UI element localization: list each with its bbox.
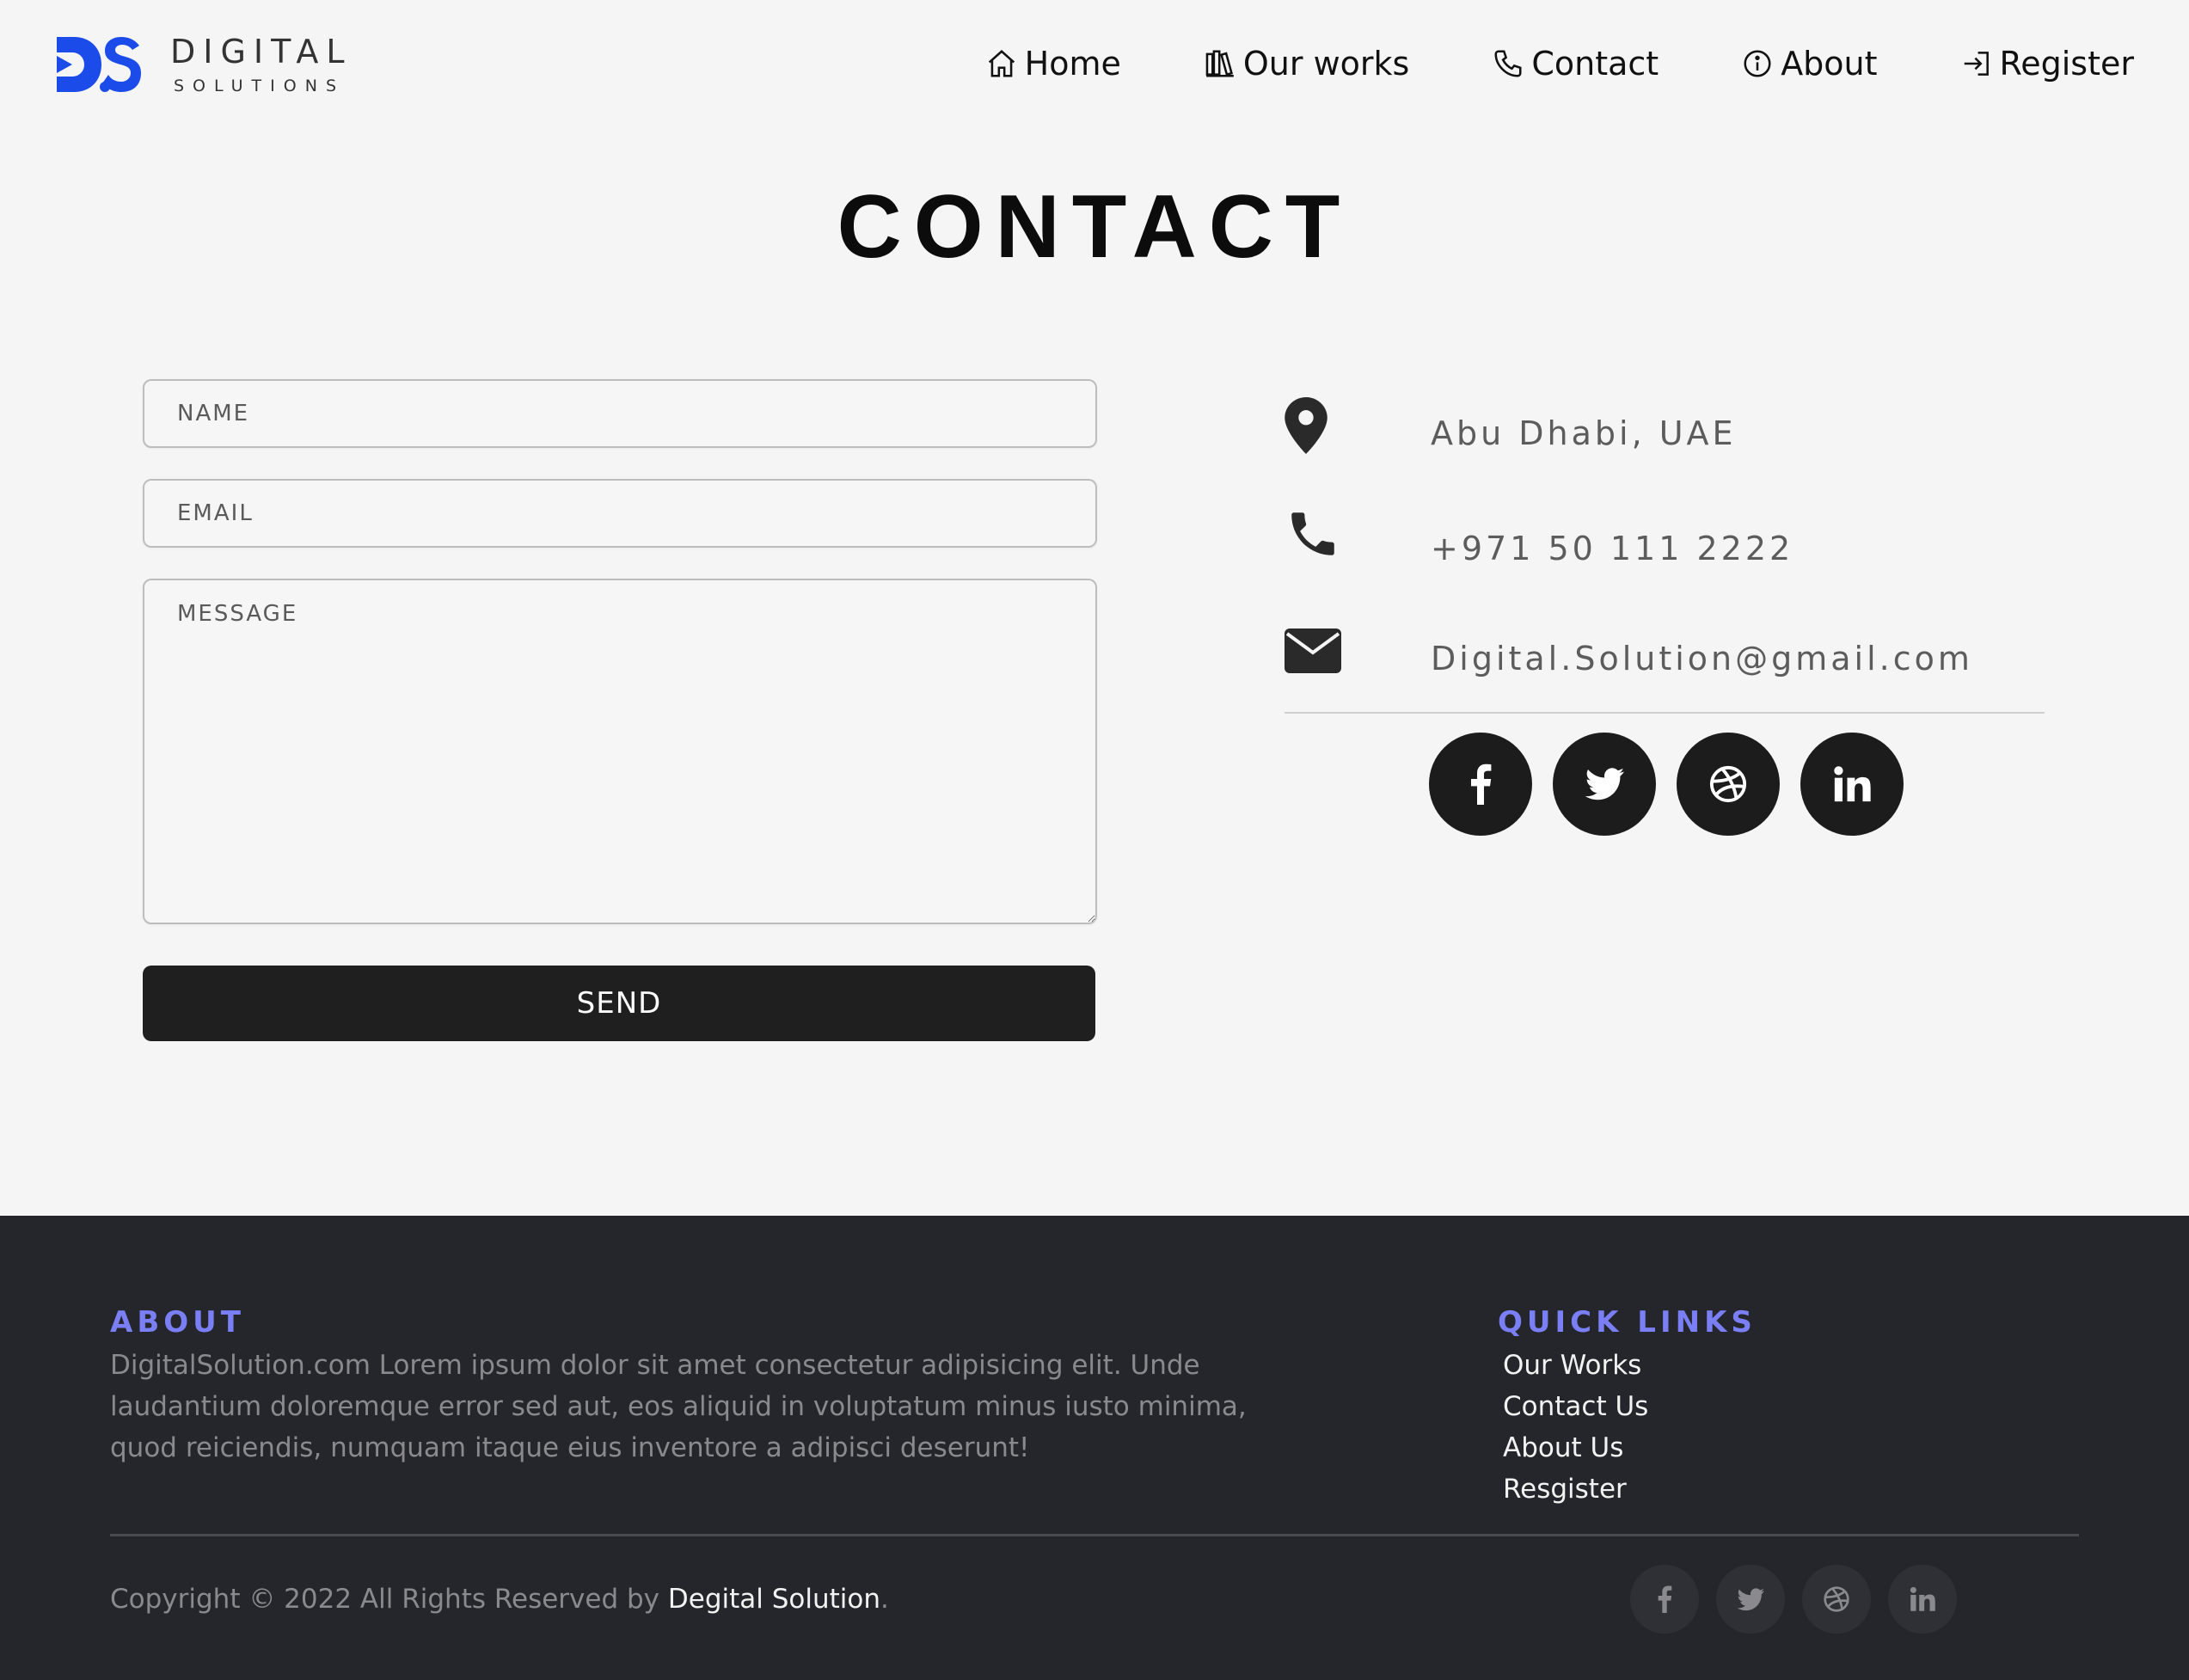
name-input[interactable]: [143, 379, 1097, 448]
twitter-icon: [1585, 768, 1624, 800]
dribbble-button[interactable]: [1677, 733, 1780, 836]
phone-row: +971 50 111 2222: [1285, 506, 2045, 616]
linkedin-icon: [1910, 1586, 1935, 1611]
email-row: Digital.Solution@gmail.com: [1285, 616, 2045, 726]
facebook-icon: [1471, 763, 1492, 805]
nav-label-our-works: Our works: [1242, 45, 1410, 83]
brand-logo[interactable]: DIGITAL SOLUTIONS: [53, 31, 353, 98]
dribbble-icon: [1824, 1586, 1849, 1612]
login-icon: [1964, 52, 1989, 76]
brand-subtitle: SOLUTIONS: [174, 76, 345, 95]
contact-info: Abu Dhabi, UAE +971 50 111 2222 Digital.…: [1285, 395, 2045, 836]
phone-icon: [1285, 504, 1345, 564]
footer-link-register[interactable]: Resgister: [1503, 1468, 1648, 1510]
site-footer: ABOUT DigitalSolution.com Lorem ipsum do…: [0, 1216, 2189, 1680]
linkedin-icon: [1834, 766, 1871, 802]
footer-link-our-works[interactable]: Our Works: [1503, 1345, 1648, 1386]
message-textarea[interactable]: [143, 579, 1097, 924]
nav-item-about[interactable]: About: [1741, 38, 1878, 89]
copyright-brand-link[interactable]: Degital Solution: [668, 1584, 880, 1615]
linkedin-button[interactable]: [1800, 733, 1904, 836]
envelope-icon: [1285, 621, 1345, 681]
nav-label-contact: Contact: [1531, 45, 1659, 83]
nav-label-home: Home: [1024, 45, 1121, 83]
dribbble-icon: [1709, 765, 1747, 803]
nav-label-register: Register: [1999, 45, 2134, 83]
location-row: Abu Dhabi, UAE: [1285, 395, 2045, 506]
contact-divider: [1285, 712, 2045, 714]
twitter-button[interactable]: [1553, 733, 1656, 836]
copyright-suffix: .: [880, 1584, 889, 1615]
nav-item-register[interactable]: Register: [1960, 38, 2134, 89]
info-icon: [1744, 50, 1771, 77]
nav-label-about: About: [1781, 45, 1878, 83]
location-text: Abu Dhabi, UAE: [1431, 414, 1737, 452]
footer-dribbble-button[interactable]: [1802, 1565, 1871, 1634]
nav-item-our-works[interactable]: Our works: [1204, 38, 1409, 89]
social-links: [1429, 733, 1924, 836]
facebook-button[interactable]: [1429, 733, 1532, 836]
footer-about-text: DigitalSolution.com Lorem ipsum dolor si…: [110, 1350, 1247, 1463]
home-icon: [988, 50, 1015, 77]
footer-divider: [110, 1534, 2079, 1536]
page-title: CONTACT: [837, 177, 1352, 277]
phone-text: +971 50 111 2222: [1431, 530, 1794, 567]
twitter-icon: [1737, 1587, 1764, 1610]
facebook-icon: [1658, 1585, 1672, 1613]
footer-social-links: [1630, 1565, 1974, 1634]
nav-item-contact[interactable]: Contact: [1492, 38, 1659, 89]
email-input[interactable]: [143, 479, 1097, 548]
phone-icon: [1494, 50, 1522, 77]
footer-linkedin-button[interactable]: [1888, 1565, 1957, 1634]
location-pin-icon: [1285, 395, 1345, 456]
brand-title: DIGITAL: [170, 32, 353, 71]
send-button[interactable]: SEND: [143, 966, 1095, 1041]
books-icon: [1205, 50, 1234, 77]
copyright-prefix: Copyright © 2022 All Rights Reserved by: [110, 1584, 668, 1615]
footer-facebook-button[interactable]: [1630, 1565, 1699, 1634]
ds-logo-icon: [57, 37, 141, 92]
email-text[interactable]: Digital.Solution@gmail.com: [1431, 640, 1973, 678]
copyright-text: Copyright © 2022 All Rights Reserved by …: [110, 1584, 889, 1615]
site-header: DIGITAL SOLUTIONS Home Our works Contact…: [0, 0, 2189, 129]
nav-item-home[interactable]: Home: [985, 38, 1121, 89]
footer-about-title: ABOUT: [110, 1305, 245, 1340]
main-nav: Home Our works Contact About Register: [903, 38, 2134, 89]
footer-link-about-us[interactable]: About Us: [1503, 1427, 1648, 1468]
contact-form: SEND: [143, 379, 1097, 1041]
footer-quick-links: Our Works Contact Us About Us Resgister: [1503, 1345, 1648, 1510]
footer-link-contact-us[interactable]: Contact Us: [1503, 1386, 1648, 1427]
footer-twitter-button[interactable]: [1716, 1565, 1785, 1634]
footer-links-title: QUICK LINKS: [1498, 1305, 1757, 1340]
